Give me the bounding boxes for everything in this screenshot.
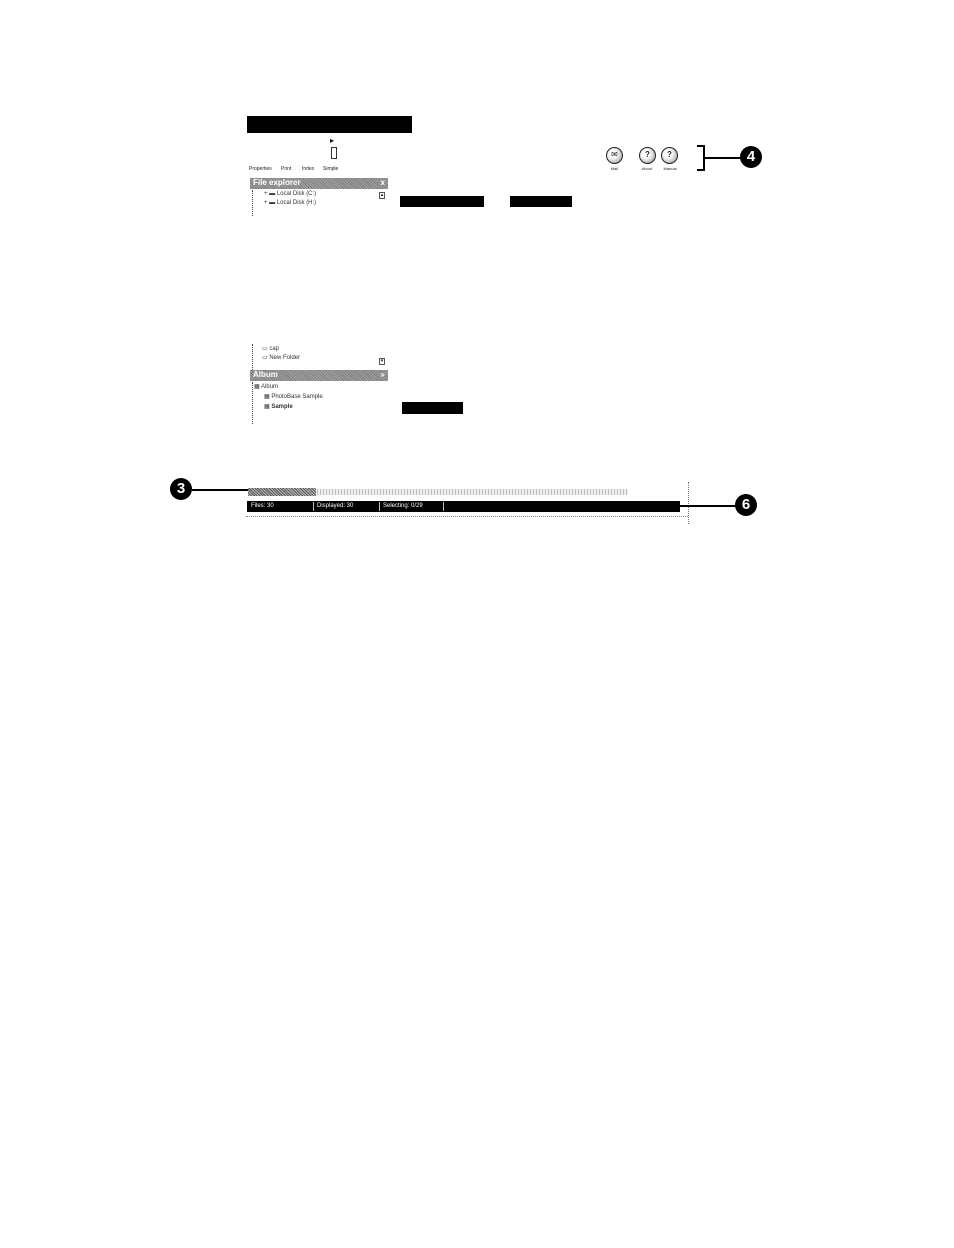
folder-label: New Folder [269, 355, 301, 361]
callout-4: 4 [740, 146, 762, 168]
print-button[interactable]: Print [281, 166, 291, 172]
folder-item-new-folder[interactable]: ▭ New Folder [262, 354, 300, 361]
drive-icon: ▬ [269, 191, 276, 197]
mail-label: Mail [610, 166, 619, 171]
folder-item-cap[interactable]: ▭ cap [262, 345, 279, 352]
close-icon[interactable]: x [381, 178, 385, 188]
manual-icon[interactable]: ? [661, 147, 678, 164]
about-icon[interactable]: ? [639, 147, 656, 164]
status-bar-edge [688, 482, 689, 524]
index-button[interactable]: Index [302, 166, 314, 172]
album-icon: ▦ [264, 394, 270, 400]
scroll-down-arrow-icon[interactable]: ▾ [379, 358, 385, 365]
album-header: Album » [250, 370, 388, 381]
status-message [444, 502, 679, 511]
album-item-label: Sample [271, 404, 293, 410]
status-bar: Files: 30 Displayed: 30 Selecting: 0/29 [247, 501, 680, 512]
album-title: Album [253, 370, 278, 379]
label-bar [400, 196, 484, 207]
label-bar [510, 196, 572, 207]
file-explorer-title: File explorer [253, 178, 301, 187]
callout-line [680, 505, 736, 507]
title-bar [247, 116, 412, 133]
folder-label: cap [269, 346, 280, 352]
drive-label: Local Disk (H:) [276, 200, 317, 206]
label-bar [402, 402, 463, 414]
album-item-label: Album [261, 384, 279, 390]
album-item-label: PhotoBase Sample [271, 394, 323, 400]
icons-bracket [697, 145, 705, 171]
drive-item-h[interactable]: + ▬ Local Disk (H:) [264, 200, 316, 206]
file-explorer-header: File explorer x [250, 178, 388, 189]
scroll-up-arrow-icon[interactable]: ▴ [379, 192, 385, 199]
callout-6: 6 [735, 494, 757, 516]
toolbar-doc-icon [331, 147, 337, 159]
manual-label: Manual [663, 166, 677, 171]
toolbar-arrow-icon: ▸ [330, 136, 335, 145]
about-label: About [641, 166, 653, 171]
callout-3: 3 [170, 478, 192, 500]
status-files: Files: 30 [248, 502, 314, 511]
drive-icon: ▬ [269, 200, 276, 206]
drive-item-c[interactable]: + ▬ Local Disk (C:) [264, 191, 316, 197]
file-explorer-tree-line [252, 190, 253, 216]
callout-line [192, 489, 248, 491]
window-bottom-border [246, 516, 688, 517]
tab-strip-active[interactable] [248, 488, 316, 496]
status-selecting: Selecting: 0/29 [380, 502, 444, 511]
album-item-sample[interactable]: ▦ Sample [264, 403, 293, 410]
status-displayed: Displayed: 30 [314, 502, 380, 511]
mail-icon[interactable]: ✉ [606, 147, 623, 164]
collapse-icon[interactable]: » [381, 370, 385, 380]
properties-button[interactable]: Properties [249, 166, 272, 172]
simple-button[interactable]: Simple [323, 166, 338, 172]
drive-label: Local Disk (C:) [276, 191, 317, 197]
album-root-item[interactable]: ▦ Album [254, 383, 278, 390]
album-tree-line [252, 382, 253, 424]
album-icon: ▦ [264, 404, 270, 410]
folder-icon: ▭ [262, 355, 268, 361]
folder-icon: ▭ [262, 346, 268, 352]
album-icon: ▦ [254, 384, 260, 390]
callout-line [705, 157, 741, 159]
album-item-photobase[interactable]: ▦ PhotoBase Sample [264, 393, 323, 400]
folder-tree-line [252, 344, 253, 370]
